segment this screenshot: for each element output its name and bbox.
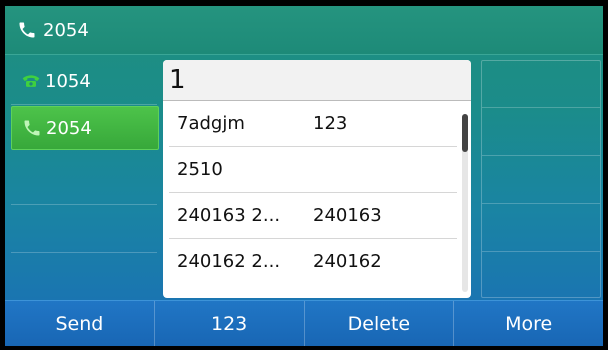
delete-button[interactable]: Delete bbox=[305, 301, 455, 346]
contact-number: 240162 bbox=[313, 251, 382, 272]
search-popup: 1 7adgjm 123 2510 240163 2... 240163 240… bbox=[163, 60, 471, 298]
divider bbox=[11, 204, 157, 205]
scrollbar-thumb[interactable] bbox=[462, 114, 468, 152]
list-item[interactable]: 240162 2... 240162 bbox=[169, 239, 457, 284]
account-number: 2054 bbox=[43, 19, 89, 41]
contact-name: 7adgjm bbox=[177, 113, 245, 134]
line-key-2054[interactable]: 2054 bbox=[11, 106, 159, 150]
softkey-bar: Send 123 Delete More bbox=[5, 300, 603, 346]
phone-icon bbox=[19, 22, 35, 38]
divider bbox=[482, 203, 600, 204]
send-button[interactable]: Send bbox=[5, 301, 155, 346]
contact-number: 123 bbox=[313, 113, 348, 134]
line-key-1054[interactable]: 1054 bbox=[11, 60, 157, 102]
divider bbox=[482, 251, 600, 252]
phone-handset-icon bbox=[22, 75, 40, 87]
divider bbox=[11, 252, 157, 253]
contact-name: 2510 bbox=[177, 159, 223, 180]
phone-screen: 2054 1054 2054 1 7adgjm 123 2510 240163 … bbox=[5, 6, 603, 346]
divider bbox=[482, 107, 600, 108]
line-label: 1054 bbox=[45, 70, 91, 92]
line-list: 1054 2054 bbox=[11, 60, 159, 300]
search-input[interactable]: 1 bbox=[163, 60, 471, 101]
title-bar: 2054 bbox=[5, 6, 603, 55]
list-item[interactable]: 7adgjm 123 bbox=[169, 101, 457, 147]
more-button[interactable]: More bbox=[454, 301, 603, 346]
contact-name: 240163 2... bbox=[177, 205, 281, 226]
right-line-panel bbox=[481, 60, 601, 298]
list-item[interactable]: 2510 bbox=[169, 147, 457, 193]
contact-name: 240162 2... bbox=[177, 251, 281, 272]
divider bbox=[482, 155, 600, 156]
list-item[interactable]: 240163 2... 240163 bbox=[169, 193, 457, 239]
contact-number: 240163 bbox=[313, 205, 382, 226]
divider bbox=[11, 104, 157, 105]
scrollbar[interactable] bbox=[462, 114, 468, 292]
input-mode-button[interactable]: 123 bbox=[155, 301, 305, 346]
line-label: 2054 bbox=[46, 117, 92, 139]
phone-icon bbox=[24, 120, 40, 136]
